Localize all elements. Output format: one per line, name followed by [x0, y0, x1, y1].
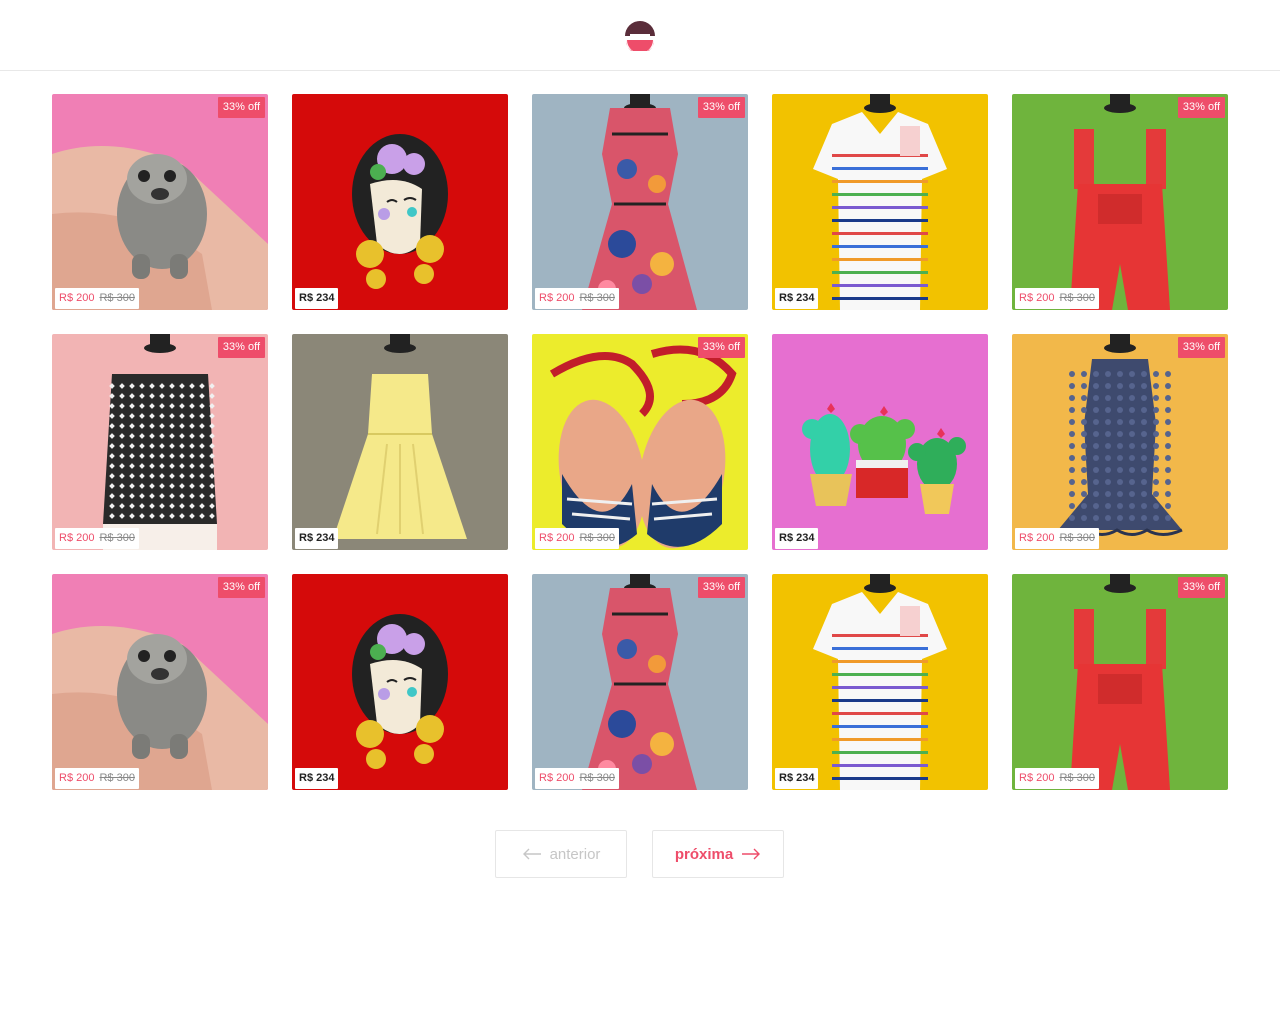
price-tag: R$ 234	[295, 288, 339, 309]
original-price: R$ 300	[1059, 532, 1095, 544]
price-tag: R$ 234	[775, 288, 819, 309]
price-tag: R$ 200 R$ 300	[55, 288, 139, 309]
current-price: R$ 234	[299, 772, 335, 784]
product-image	[1012, 574, 1228, 790]
product-card[interactable]: 33% off R$ 200 R$ 300	[52, 94, 268, 310]
product-card[interactable]: R$ 234	[292, 334, 508, 550]
product-card[interactable]: R$ 234	[772, 334, 988, 550]
price-tag: R$ 200 R$ 300	[535, 768, 619, 789]
discount-badge: 33% off	[697, 337, 745, 358]
original-price: R$ 300	[99, 292, 135, 304]
original-price: R$ 300	[1059, 772, 1095, 784]
product-image	[532, 334, 748, 550]
price-tag: R$ 200 R$ 300	[1015, 528, 1099, 549]
price-tag: R$ 200 R$ 300	[535, 528, 619, 549]
current-price: R$ 200	[59, 292, 95, 304]
product-image	[292, 574, 508, 790]
current-price: R$ 200	[59, 532, 95, 544]
pagination: anterior próxima	[495, 830, 784, 878]
original-price: R$ 300	[579, 532, 615, 544]
product-image	[772, 574, 988, 790]
product-image	[292, 94, 508, 310]
current-price: R$ 234	[299, 532, 335, 544]
product-image	[292, 334, 508, 550]
product-card[interactable]: R$ 234	[292, 94, 508, 310]
current-price: R$ 200	[1019, 772, 1055, 784]
arrow-right-icon	[742, 848, 761, 860]
original-price: R$ 300	[99, 772, 135, 784]
product-image	[772, 94, 988, 310]
price-tag: R$ 200 R$ 300	[1015, 288, 1099, 309]
product-image	[52, 574, 268, 790]
discount-badge: 33% off	[217, 97, 265, 118]
e-logo-icon[interactable]	[624, 19, 656, 51]
previous-page-label: anterior	[549, 845, 601, 863]
product-card[interactable]: R$ 234	[772, 574, 988, 790]
product-image	[1012, 94, 1228, 310]
current-price: R$ 200	[59, 772, 95, 784]
product-image	[1012, 334, 1228, 550]
price-tag: R$ 234	[295, 768, 339, 789]
product-card[interactable]: 33% off R$ 200 R$ 300	[1012, 574, 1228, 790]
header-bar	[0, 0, 1280, 71]
current-price: R$ 200	[539, 532, 575, 544]
product-grid: 33% off R$ 200 R$ 300 R$ 234 33% off R$ 200 R$…	[52, 94, 1228, 790]
discount-badge: 33% off	[697, 97, 745, 118]
original-price: R$ 300	[579, 772, 615, 784]
price-tag: R$ 234	[295, 528, 339, 549]
current-price: R$ 234	[299, 292, 335, 304]
current-price: R$ 234	[779, 292, 815, 304]
product-card[interactable]: 33% off R$ 200 R$ 300	[52, 574, 268, 790]
product-card[interactable]: 33% off R$ 200 R$ 300	[532, 94, 748, 310]
price-tag: R$ 234	[775, 768, 819, 789]
discount-badge: 33% off	[1177, 577, 1225, 598]
next-page-label: próxima	[674, 845, 734, 863]
price-tag: R$ 200 R$ 300	[1015, 768, 1099, 789]
next-page-button[interactable]: próxima	[652, 830, 784, 878]
product-image	[52, 334, 268, 550]
product-card[interactable]: R$ 234	[292, 574, 508, 790]
current-price: R$ 200	[539, 292, 575, 304]
product-card[interactable]: 33% off R$ 200 R$ 300	[52, 334, 268, 550]
original-price: R$ 300	[99, 532, 135, 544]
discount-badge: 33% off	[1177, 337, 1225, 358]
discount-badge: 33% off	[697, 577, 745, 598]
price-tag: R$ 200 R$ 300	[535, 288, 619, 309]
product-image	[532, 94, 748, 310]
current-price: R$ 200	[1019, 532, 1055, 544]
discount-badge: 33% off	[217, 577, 265, 598]
original-price: R$ 300	[579, 292, 615, 304]
price-tag: R$ 234	[775, 528, 819, 549]
discount-badge: 33% off	[217, 337, 265, 358]
product-image	[772, 334, 988, 550]
product-image	[52, 94, 268, 310]
price-tag: R$ 200 R$ 300	[55, 768, 139, 789]
original-price: R$ 300	[1059, 292, 1095, 304]
current-price: R$ 234	[779, 532, 815, 544]
discount-badge: 33% off	[1177, 97, 1225, 118]
previous-page-button[interactable]: anterior	[495, 830, 627, 878]
product-card[interactable]: 33% off R$ 200 R$ 300	[532, 334, 748, 550]
product-card[interactable]: R$ 234	[772, 94, 988, 310]
product-card[interactable]: 33% off R$ 200 R$ 300	[1012, 334, 1228, 550]
current-price: R$ 234	[779, 772, 815, 784]
arrow-left-icon	[522, 848, 541, 860]
product-card[interactable]: 33% off R$ 200 R$ 300	[532, 574, 748, 790]
product-card[interactable]: 33% off R$ 200 R$ 300	[1012, 94, 1228, 310]
current-price: R$ 200	[539, 772, 575, 784]
current-price: R$ 200	[1019, 292, 1055, 304]
product-image	[532, 574, 748, 790]
price-tag: R$ 200 R$ 300	[55, 528, 139, 549]
